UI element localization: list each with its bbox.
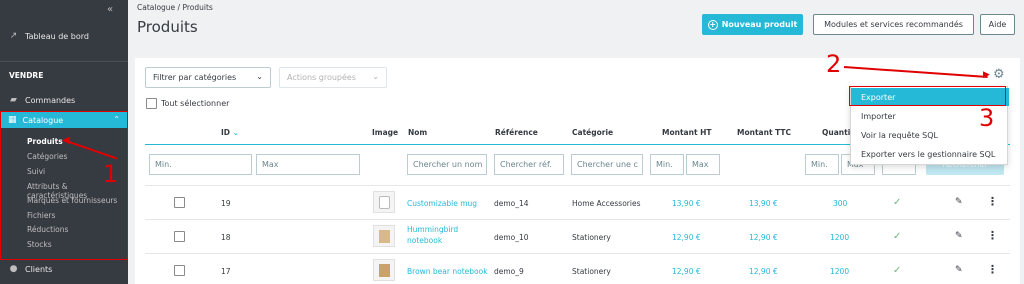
- cell-category: Stationery: [572, 233, 611, 242]
- col-id[interactable]: ID ⌄: [221, 128, 239, 137]
- annotation-number-3: 3: [979, 104, 995, 132]
- col-name[interactable]: Nom: [408, 128, 427, 137]
- cell-name[interactable]: Hummingbird: [407, 225, 458, 234]
- edit-icon[interactable]: ✎: [955, 231, 963, 241]
- sort-desc-icon[interactable]: ⌄: [233, 128, 239, 137]
- filter-id-min[interactable]: Min.: [149, 154, 252, 175]
- collapse-sidebar-icon[interactable]: «: [107, 4, 113, 15]
- col-reference[interactable]: Référence: [495, 128, 538, 137]
- trending-up-icon: ↗: [9, 31, 18, 41]
- cell-name[interactable]: Customizable mug: [407, 199, 477, 208]
- mug-image: [379, 196, 390, 209]
- cell-name[interactable]: Brown bear notebook: [407, 267, 488, 276]
- cell-reference: demo_9: [494, 267, 524, 276]
- more-options-icon[interactable]: ⋮: [987, 229, 998, 242]
- arrowhead-icon: ▶: [983, 70, 990, 80]
- product-thumbnail: [373, 225, 395, 247]
- section-title: VENDRE: [9, 71, 44, 80]
- cell-quantity[interactable]: 1200: [830, 267, 849, 276]
- cell-price-ht[interactable]: 13,90 €: [672, 199, 701, 208]
- sidebar-item-clients[interactable]: ● Clients: [8, 264, 53, 274]
- col-quantity[interactable]: Quanti: [822, 128, 850, 137]
- filter-qty-min[interactable]: Min.: [805, 154, 839, 175]
- edit-icon[interactable]: ✎: [955, 265, 963, 275]
- cell-name-line2[interactable]: notebook: [407, 236, 442, 245]
- user-icon: ●: [9, 264, 18, 274]
- filter-by-category-dropdown[interactable]: Filtrer par catégories ⌄: [145, 67, 271, 88]
- shopping-basket-icon: ▰: [10, 95, 17, 105]
- cell-price-ttc[interactable]: 12,90 €: [749, 267, 778, 276]
- cell-reference: demo_14: [494, 199, 529, 208]
- col-price-ht[interactable]: Montant HT: [662, 128, 712, 137]
- col-image: Image: [372, 128, 399, 137]
- row-checkbox[interactable]: [174, 265, 185, 276]
- row-divider: [145, 185, 1010, 186]
- menu-item-export-sql-manager[interactable]: Exporter vers le gestionnaire SQL: [851, 145, 1009, 163]
- notebook-image: [379, 264, 390, 277]
- filter-id-max[interactable]: Max: [256, 154, 360, 175]
- select-all-checkbox[interactable]: [146, 98, 157, 109]
- gear-icon[interactable]: ⚙: [993, 67, 1005, 82]
- cell-price-ht[interactable]: 12,90 €: [672, 267, 701, 276]
- active-check-icon[interactable]: ✓: [893, 197, 901, 208]
- row-checkbox[interactable]: [174, 197, 185, 208]
- plus-circle-icon: +: [707, 19, 718, 30]
- dropdown-label: Actions groupées: [287, 73, 357, 82]
- bulk-actions-dropdown[interactable]: Actions groupées ⌄: [279, 67, 387, 88]
- cell-quantity[interactable]: 300: [833, 199, 847, 208]
- active-check-icon[interactable]: ✓: [893, 265, 901, 276]
- cell-id: 18: [221, 233, 231, 242]
- col-price-ttc[interactable]: Montant TTC: [737, 128, 791, 137]
- col-category[interactable]: Catégorie: [572, 128, 613, 137]
- cell-price-ht[interactable]: 12,90 €: [672, 233, 701, 242]
- filter-reference[interactable]: Chercher réf.: [494, 154, 564, 175]
- sidebar-item-orders[interactable]: ▰ Commandes: [8, 95, 75, 105]
- col-id-label: ID: [221, 128, 231, 137]
- more-options-icon[interactable]: ⋮: [987, 195, 998, 208]
- filter-name[interactable]: Chercher un nom: [407, 154, 487, 175]
- sidebar-item-label: Tableau de bord: [25, 31, 89, 41]
- cell-category: Home Accessories: [572, 199, 641, 208]
- new-product-label: Nouveau produit: [721, 20, 798, 29]
- cell-price-ttc[interactable]: 12,90 €: [749, 233, 778, 242]
- chevron-down-icon: ⌄: [256, 72, 263, 81]
- sidebar-item-dashboard[interactable]: ↗ Tableau de bord: [8, 31, 89, 41]
- filter-category[interactable]: Chercher une c: [571, 154, 643, 175]
- cell-quantity[interactable]: 1200: [830, 233, 849, 242]
- dropdown-label: Filtrer par catégories: [153, 73, 237, 82]
- more-options-icon[interactable]: ⋮: [987, 263, 998, 276]
- divider: [0, 61, 128, 62]
- cell-id: 19: [221, 199, 231, 208]
- cell-id: 17: [221, 267, 231, 276]
- row-checkbox[interactable]: [174, 231, 185, 242]
- filter-price-max[interactable]: Max: [686, 154, 720, 175]
- annotation-number-1: 1: [103, 160, 119, 188]
- cell-category: Stationery: [572, 267, 611, 276]
- row-divider: [145, 219, 1010, 220]
- help-button[interactable]: Aide: [980, 14, 1015, 35]
- sidebar-item-label: Clients: [25, 264, 53, 274]
- annotation-number-2: 2: [826, 50, 842, 78]
- filter-price-min[interactable]: Min.: [650, 154, 684, 175]
- recommended-modules-button[interactable]: Modules et services recommandés: [813, 14, 974, 35]
- row-divider: [145, 253, 1010, 254]
- page-title: Produits: [137, 18, 198, 36]
- cell-reference: demo_10: [494, 233, 529, 242]
- select-all-label: Tout sélectionner: [161, 99, 230, 108]
- chevron-down-icon: ⌄: [372, 72, 379, 81]
- breadcrumb[interactable]: Catalogue / Produits: [137, 3, 213, 12]
- product-thumbnail: [373, 259, 395, 281]
- arrowhead-icon: ◀: [62, 135, 70, 146]
- new-product-button[interactable]: + Nouveau produit: [702, 14, 803, 35]
- edit-icon[interactable]: ✎: [955, 197, 963, 207]
- notebook-image: [379, 230, 390, 243]
- active-check-icon[interactable]: ✓: [893, 231, 901, 242]
- cell-price-ttc[interactable]: 13,90 €: [749, 199, 778, 208]
- product-thumbnail: [373, 191, 395, 213]
- annotation-box-export: [849, 86, 1006, 106]
- sidebar-item-label: Commandes: [25, 95, 76, 105]
